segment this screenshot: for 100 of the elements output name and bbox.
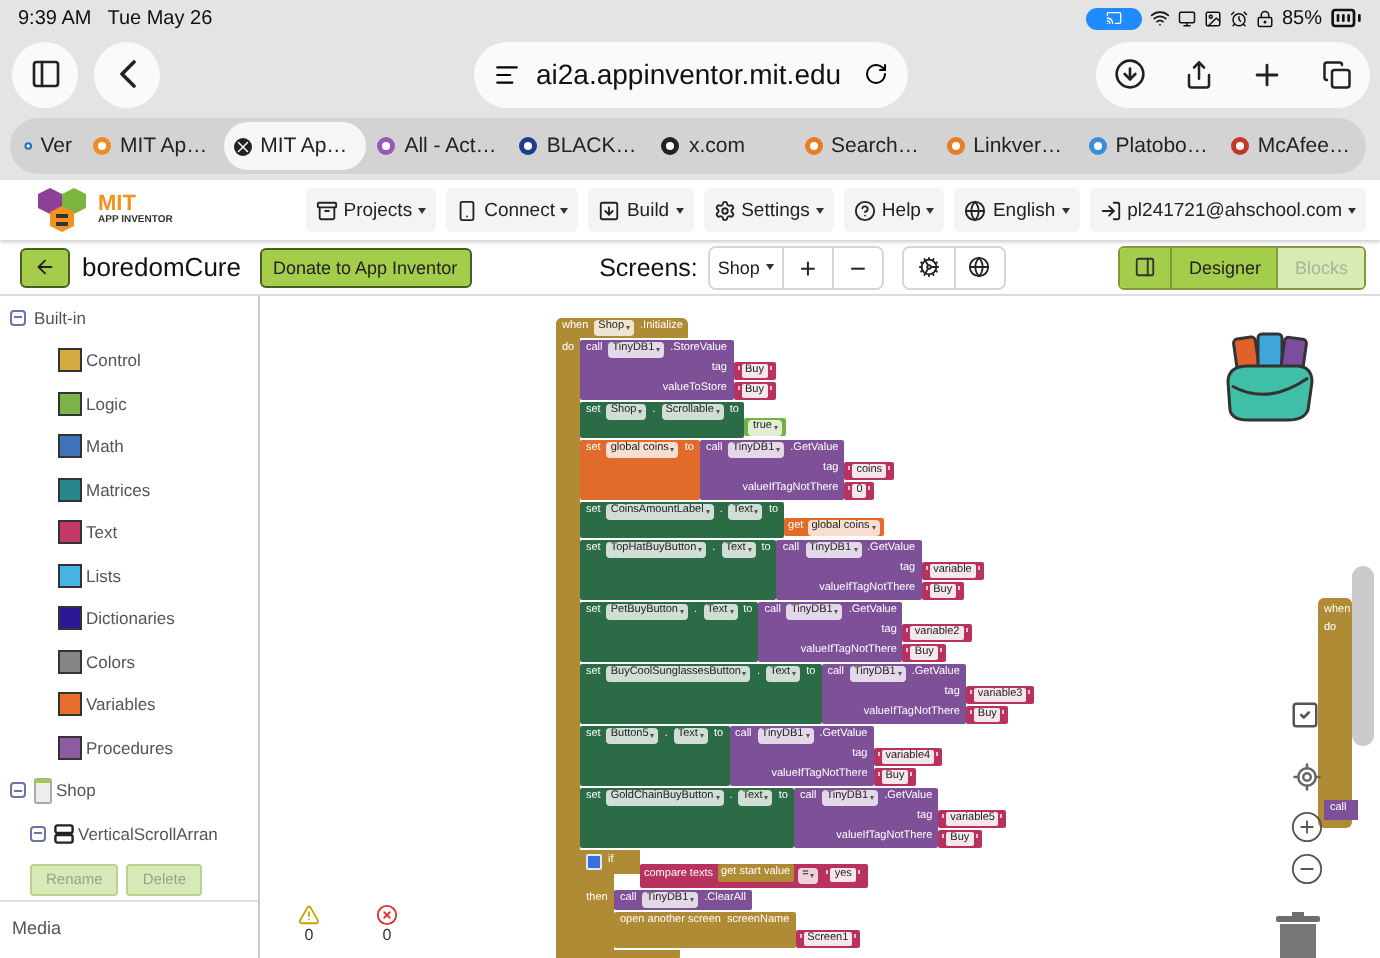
tree-item[interactable]: Matrices: [86, 479, 151, 500]
browser-tab[interactable]: Ver: [14, 122, 82, 170]
gear-icon[interactable]: [586, 854, 602, 870]
tree-item[interactable]: Shop: [56, 780, 96, 801]
caret-icon: [897, 672, 902, 676]
settings-icon: [713, 199, 736, 221]
menu-button[interactable]: Projects: [305, 188, 437, 232]
browser-tab[interactable]: Linkver…: [935, 122, 1078, 170]
browser-tab[interactable]: Platobo…: [1077, 122, 1220, 170]
caret-icon: [810, 873, 815, 878]
back-button[interactable]: [94, 41, 160, 107]
tree-item[interactable]: Colors: [86, 651, 136, 672]
caret-icon: [776, 448, 781, 452]
browser-tab[interactable]: Search…: [793, 122, 936, 170]
favicon-icon: [24, 136, 33, 156]
caret-icon: [705, 510, 710, 514]
favicon-icon: [660, 136, 681, 156]
caret-icon: [729, 610, 734, 614]
remove-screen-button[interactable]: −: [831, 247, 882, 287]
caret-icon: [418, 207, 427, 213]
caret-icon: [773, 425, 778, 430]
collapse-icon[interactable]: [10, 782, 26, 799]
menu-button[interactable]: Build: [588, 188, 694, 232]
menu-button[interactable]: pl241721@ahschool.com: [1089, 188, 1366, 232]
browser-tab[interactable]: x.com: [650, 122, 794, 170]
browser-tab[interactable]: McAfee…: [1219, 122, 1362, 170]
caret-icon: [699, 734, 704, 738]
caret-icon: [765, 264, 774, 270]
donate-button[interactable]: Donate to App Inventor: [259, 247, 472, 287]
warning-count: 0: [304, 926, 314, 944]
tree-item[interactable]: Lists: [86, 565, 121, 586]
menu-button[interactable]: English: [954, 188, 1080, 232]
tree-item[interactable]: VerticalScrollArran: [78, 823, 218, 844]
sidebar-icon: [29, 58, 61, 90]
collapse-icon[interactable]: [10, 309, 26, 326]
favicon-icon: [518, 136, 539, 156]
tree-item[interactable]: Procedures: [86, 737, 173, 758]
browser-tab[interactable]: BLACK…: [508, 122, 651, 170]
caret-icon: [650, 734, 655, 738]
caret-icon: [690, 897, 695, 902]
caret-icon: [715, 796, 720, 800]
share-button[interactable]: [1183, 59, 1214, 89]
address-bar[interactable]: ai2a.appinventor.mit.edu: [474, 41, 908, 107]
panel-toggle-button[interactable]: [1120, 247, 1171, 287]
download-button[interactable]: [1114, 58, 1147, 90]
zoom-out-icon[interactable]: [1290, 852, 1324, 886]
alarm-icon: [1229, 9, 1248, 27]
caret-icon: [805, 734, 810, 738]
caret-icon: [870, 796, 875, 800]
caret-icon: [792, 672, 797, 676]
tree-item[interactable]: Text: [86, 522, 118, 543]
tree-item[interactable]: Control: [86, 350, 141, 371]
caret-icon: [742, 672, 747, 676]
favicon-icon: [92, 136, 112, 156]
view-button[interactable]: Designer: [1170, 247, 1277, 287]
phone-icon: [456, 199, 479, 221]
help-icon: [853, 199, 876, 221]
browser-tab[interactable]: MIT Ap…: [224, 122, 367, 170]
menu-button[interactable]: Help: [843, 188, 945, 232]
caret-icon: [871, 525, 876, 530]
collapse-icon[interactable]: [30, 825, 46, 842]
menu-button[interactable]: Connect: [446, 188, 579, 232]
logo-title: MIT: [98, 194, 136, 216]
recenter-icon[interactable]: [1292, 762, 1322, 792]
tree-item[interactable]: Dictionaries: [86, 608, 175, 629]
error-icon[interactable]: [376, 904, 398, 926]
caret-icon: [626, 326, 631, 330]
globe-icon: [964, 199, 987, 221]
checkbox-icon[interactable]: [1290, 700, 1320, 730]
globe-button[interactable]: [953, 247, 1004, 287]
caret-icon: [853, 548, 858, 552]
screen-mirroring-icon: [1085, 7, 1142, 29]
trash-icon[interactable]: [1274, 912, 1322, 958]
zoom-in-icon[interactable]: [1290, 810, 1324, 844]
menu-button[interactable]: Settings: [703, 188, 834, 232]
caret-icon: [747, 548, 752, 552]
favicon-icon: [803, 136, 824, 156]
caret-icon: [679, 610, 684, 614]
panel-icon: [1134, 256, 1157, 278]
caret-icon: [1061, 207, 1070, 213]
caret-icon: [764, 796, 769, 800]
caret-icon: [715, 410, 720, 414]
tree-item[interactable]: Built-in: [34, 307, 86, 328]
tabs-button[interactable]: [1321, 59, 1352, 89]
caret-icon: [815, 207, 824, 213]
reload-icon[interactable]: [864, 62, 888, 86]
caret-icon: [1348, 207, 1356, 213]
back-button[interactable]: [20, 247, 70, 287]
tree-item[interactable]: Logic: [86, 393, 127, 414]
browser-tab[interactable]: All - Act…: [366, 122, 509, 170]
close-icon[interactable]: [234, 137, 253, 155]
browser-tab[interactable]: MIT Ap…: [82, 122, 225, 170]
caret-icon: [698, 548, 703, 552]
sidebar-button[interactable]: [12, 41, 78, 107]
tree-item[interactable]: Math: [86, 436, 124, 457]
caret-icon: [656, 348, 661, 352]
tree-item[interactable]: Variables: [86, 694, 156, 715]
scrollbar[interactable]: [1352, 566, 1374, 746]
status-date: Tue May 26: [107, 7, 213, 29]
favicon-icon: [1087, 136, 1108, 156]
